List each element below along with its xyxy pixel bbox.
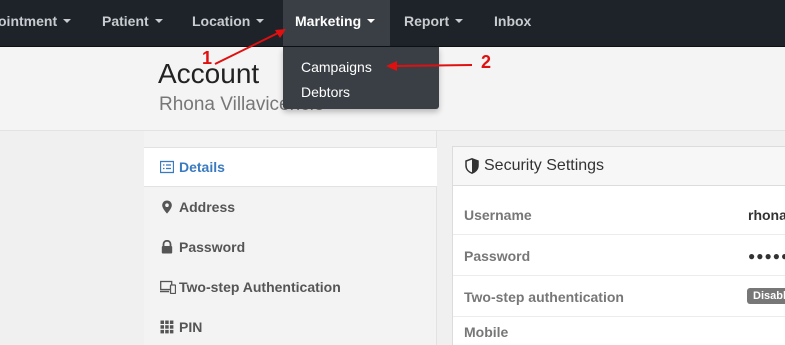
annotation-label-2: 2 [481,52,492,72]
annotation-label-1: 1 [202,48,213,68]
annotation-arrowhead-2 [386,61,397,71]
annotation-arrows [214,29,473,71]
annotation-arrow-2 [395,64,473,67]
annotation-arrow-1 [214,32,279,65]
